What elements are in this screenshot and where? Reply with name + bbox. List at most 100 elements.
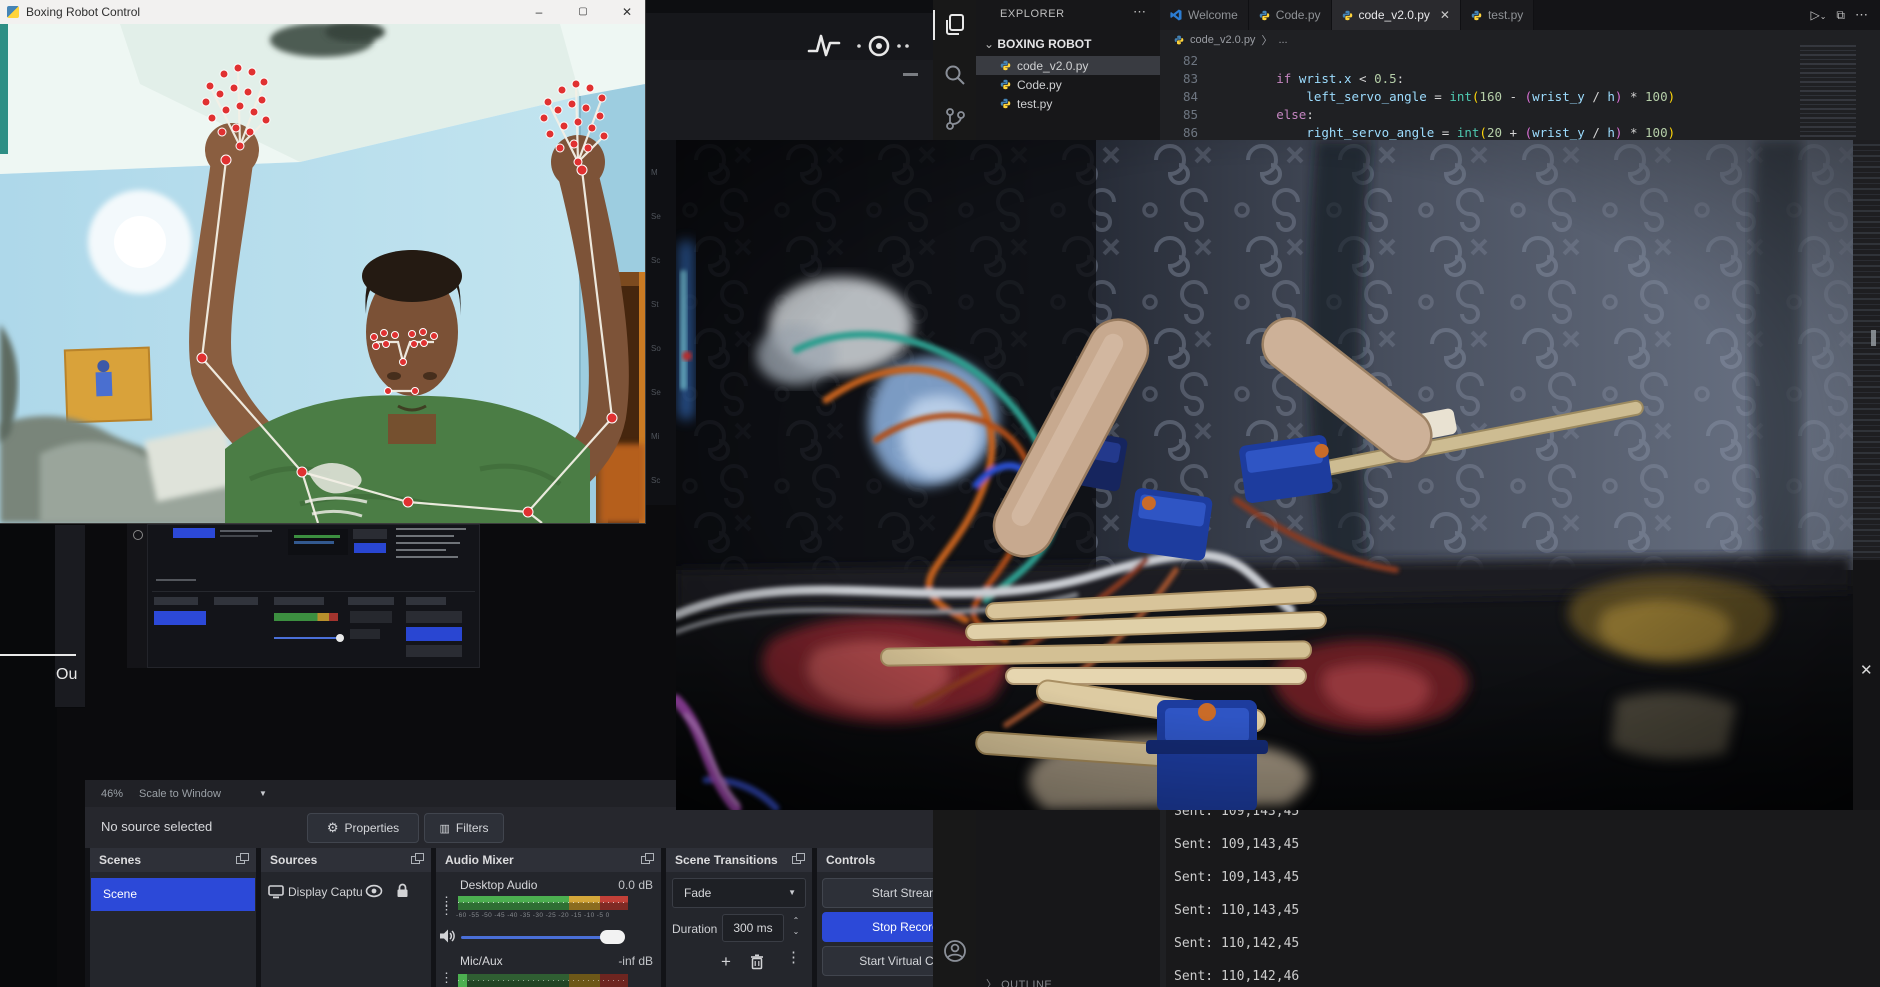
- chevron-right-icon: 〉: [1261, 32, 1272, 48]
- volume-meter: [458, 896, 628, 910]
- scene-transitions-panel: Scene Transitions Fade ▼ Duration 300 ms…: [666, 848, 812, 987]
- terminal-line: Sent: 109,143,45: [1174, 837, 1299, 857]
- display-icon: [268, 885, 284, 899]
- app-icon: [7, 6, 19, 18]
- record-target-icon[interactable]: [855, 34, 913, 58]
- minimap-sliver[interactable]: [1853, 140, 1880, 560]
- add-transition-button[interactable]: +: [715, 950, 737, 974]
- popout-icon[interactable]: [792, 853, 805, 865]
- desktop-strip-toolbar: [645, 13, 933, 60]
- file-item[interactable]: test.py: [976, 94, 1160, 113]
- minimap[interactable]: [1800, 42, 1856, 140]
- volume-slider[interactable]: [461, 936, 611, 939]
- duration-input[interactable]: 300 ms: [722, 914, 784, 942]
- python-file-icon: [1342, 10, 1353, 21]
- track-db: 0.0 dB: [618, 878, 653, 892]
- editor-more-actions-icon[interactable]: ⋯: [1855, 7, 1868, 23]
- python-file-icon: [1000, 98, 1011, 109]
- track-menu-icon[interactable]: ⋮⋮: [440, 898, 453, 914]
- file-item[interactable]: Code.py: [976, 75, 1160, 94]
- code-line[interactable]: 84 left_servo_angle = int(160 - (wrist_y…: [1160, 88, 1880, 106]
- lock-icon[interactable]: [396, 883, 409, 898]
- speaker-icon[interactable]: [439, 928, 456, 944]
- sources-header[interactable]: Sources: [261, 848, 431, 872]
- gear-icon: ⚙: [327, 820, 339, 836]
- tab-code-v2-active[interactable]: code_v2.0.py ✕: [1332, 0, 1461, 30]
- zoom-level: 46%: [101, 788, 123, 800]
- audio-mixer-header[interactable]: Audio Mixer: [436, 848, 661, 872]
- trash-icon[interactable]: [750, 954, 764, 970]
- source-name: Display Captu: [288, 885, 363, 899]
- terminal-line: Sent: 110,142,46: [1174, 969, 1299, 987]
- eye-visibility-icon[interactable]: [365, 884, 383, 898]
- code-line[interactable]: 82: [1160, 52, 1880, 70]
- source-list-item[interactable]: Display Captu: [261, 881, 431, 905]
- pulse-waveform-icon[interactable]: [807, 32, 843, 58]
- code-line[interactable]: 83 if wrist.x < 0.5:: [1160, 70, 1880, 88]
- run-button-icon[interactable]: ▷⌄: [1810, 8, 1826, 22]
- terminal-line: Sent: 110,143,45: [1174, 903, 1299, 923]
- terminal-line: Sent: 109,143,45: [1174, 870, 1299, 890]
- scenes-panel: Scenes Scene: [90, 848, 256, 987]
- scale-mode-caret-icon[interactable]: ▼: [259, 789, 267, 798]
- track-name: Mic/Aux: [460, 954, 503, 968]
- outline-section[interactable]: 〉 OUTLINE: [986, 976, 1052, 987]
- maximize-button[interactable]: ▢: [566, 0, 600, 24]
- chevron-down-icon: ⌄: [984, 37, 997, 51]
- meter-scale: -60 -55 -50 -45 -40 -35 -30 -25 -20 -15 …: [456, 912, 610, 919]
- popout-icon[interactable]: [411, 853, 424, 865]
- vscode-logo-icon: [1170, 9, 1182, 21]
- tab-welcome[interactable]: Welcome: [1160, 0, 1249, 30]
- select-caret-icon: ▼: [788, 879, 796, 907]
- popout-icon[interactable]: [641, 853, 654, 865]
- breadcrumb[interactable]: code_v2.0.py 〉 ...: [1160, 30, 1880, 50]
- python-file-icon: [1471, 10, 1482, 21]
- minimize-button[interactable]: –: [522, 0, 556, 24]
- mini-sidebar: [127, 508, 147, 668]
- close-button[interactable]: ✕: [610, 0, 644, 24]
- explorer-files-icon[interactable]: [942, 12, 968, 38]
- tab-test-py[interactable]: test.py: [1461, 0, 1534, 30]
- tab-code-py[interactable]: Code.py: [1249, 0, 1332, 30]
- properties-button[interactable]: ⚙ Properties: [307, 813, 419, 843]
- transitions-menu-icon[interactable]: ⋮: [786, 954, 801, 962]
- code-line[interactable]: 85 else:: [1160, 106, 1880, 124]
- scenes-header[interactable]: Scenes: [90, 848, 256, 872]
- obs-display-capture-mini: [147, 524, 480, 668]
- python-file-icon: [1000, 60, 1011, 71]
- source-control-icon[interactable]: [942, 106, 968, 132]
- folder-row[interactable]: ⌄ BOXING ROBOT: [984, 37, 1168, 56]
- filters-button[interactable]: ▥ Filters: [424, 813, 504, 843]
- no-source-label: No source selected: [101, 819, 212, 834]
- explorer-menu-icon[interactable]: ⋯: [1133, 4, 1146, 20]
- volume-slider-handle[interactable]: [600, 930, 625, 944]
- volume-meter: [458, 974, 628, 987]
- track-menu-icon[interactable]: ⋮: [440, 974, 453, 982]
- file-item-selected[interactable]: code_v2.0.py: [976, 56, 1160, 75]
- desktop: MSe ScSt SoSe MiSc StD SeSc Ou: [0, 0, 1880, 987]
- track-db: -inf dB: [618, 954, 653, 968]
- search-icon[interactable]: [942, 62, 968, 88]
- terminal-line: Sent: 110,142,45: [1174, 936, 1299, 956]
- obs-docks: Scenes Scene Sources Display Captu: [85, 848, 1010, 987]
- transition-select[interactable]: Fade ▼: [672, 878, 806, 908]
- duration-stepper[interactable]: ⌃⌄: [788, 914, 804, 942]
- scrollbar-handle[interactable]: [1871, 330, 1876, 346]
- scene-transitions-header[interactable]: Scene Transitions: [666, 848, 812, 872]
- chevron-right-icon: 〉: [986, 979, 1001, 987]
- popout-icon[interactable]: [236, 853, 249, 865]
- scene-list-item[interactable]: Scene: [91, 878, 255, 911]
- audio-mixer-panel: Audio Mixer Desktop Audio 0.0 dB ⋮⋮ -60 …: [436, 848, 661, 987]
- sources-panel: Sources Display Captu: [261, 848, 431, 987]
- tab-close-icon[interactable]: ✕: [1440, 8, 1450, 22]
- terminal-output[interactable]: Sent: 109,143,45 Sent: 109,143,45 Sent: …: [1166, 810, 1880, 987]
- output-panel-label: Ou: [56, 666, 77, 684]
- account-icon[interactable]: [942, 938, 968, 964]
- robot-photo-overlay: [676, 140, 1853, 810]
- scale-mode[interactable]: Scale to Window: [139, 788, 221, 800]
- overlay-close-icon[interactable]: ✕: [1860, 663, 1873, 678]
- active-indicator: [933, 10, 935, 40]
- python-file-icon: [1259, 10, 1270, 21]
- obs-source-toolbar: No source selected ⚙ Properties ▥ Filter…: [85, 807, 1010, 848]
- split-editor-icon[interactable]: ⧉: [1836, 8, 1845, 23]
